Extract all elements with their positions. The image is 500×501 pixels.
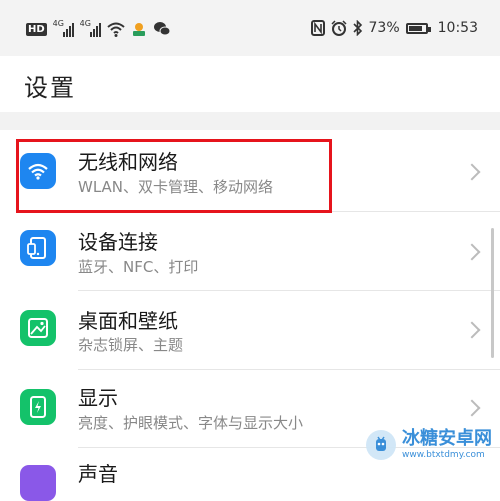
signal-icon: 4G — [79, 19, 101, 37]
wechat-icon — [153, 22, 171, 36]
app-notification-icon — [132, 23, 145, 36]
settings-item-title: 设备连接 — [78, 230, 158, 254]
settings-item-title: 显示 — [78, 386, 118, 410]
settings-item-subtitle: 蓝牙、NFC、打印 — [78, 258, 199, 276]
device-connection-icon — [20, 230, 56, 266]
chevron-right-icon — [463, 243, 481, 261]
sound-icon — [20, 465, 56, 501]
display-icon — [20, 389, 56, 425]
chevron-right-icon — [463, 163, 481, 181]
alarm-icon — [330, 20, 347, 36]
wifi-icon — [107, 22, 125, 37]
settings-item-desktop-wallpaper[interactable]: 桌面和壁纸 杂志锁屏、主题 — [0, 291, 500, 371]
chevron-right-icon — [463, 321, 481, 339]
battery-percent: 73% — [368, 20, 400, 36]
watermark-name: 冰糖安卓网 — [402, 428, 492, 449]
settings-item-title: 桌面和壁纸 — [78, 309, 178, 333]
battery-icon — [405, 22, 431, 34]
section-gap — [0, 112, 500, 130]
bluetooth-icon — [352, 20, 362, 36]
scrollbar[interactable] — [491, 228, 494, 358]
signal-icon: 4G — [52, 19, 74, 37]
chevron-right-icon — [463, 399, 481, 417]
watermark-logo-icon — [366, 430, 396, 460]
sim1-network-label: 4G — [52, 19, 64, 28]
settings-item-subtitle: 亮度、护眼模式、字体与显示大小 — [78, 414, 304, 432]
status-bar: HD 4G 4G 73% 10:53 — [0, 0, 500, 56]
settings-item-device-connection[interactable]: 设备连接 蓝牙、NFC、打印 — [0, 212, 500, 292]
page-title: 设置 — [24, 74, 76, 102]
watermark-url: www.btxtdmy.com — [402, 450, 485, 460]
watermark: 冰糖安卓网 www.btxtdmy.com — [366, 430, 492, 460]
highlight-box — [16, 139, 332, 213]
settings-item-subtitle: 杂志锁屏、主题 — [78, 336, 184, 354]
hd-icon: HD — [26, 22, 47, 36]
sim2-network-label: 4G — [79, 19, 91, 28]
wallpaper-icon — [20, 310, 56, 346]
status-time: 10:53 — [437, 20, 478, 36]
nfc-icon — [310, 20, 325, 36]
